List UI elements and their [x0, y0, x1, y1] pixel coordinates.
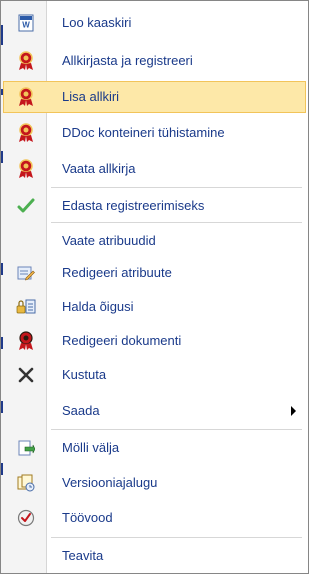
- menu-item-ddoc-konteineri-tuhistamine[interactable]: DDoc konteineri tühistamine: [3, 117, 306, 149]
- menu-item-label: DDoc konteineri tühistamine: [62, 125, 225, 140]
- menu-separator: [51, 187, 302, 188]
- submenu-arrow-icon: [291, 406, 296, 416]
- menu-item-label: Edasta registreerimiseks: [62, 198, 205, 213]
- menu-item-label: Lisa allkiri: [62, 89, 120, 104]
- menu-item-lisa-allkiri[interactable]: Lisa allkiri: [3, 81, 306, 113]
- certificate-ribbon-icon: [15, 331, 37, 351]
- certificate-ribbon-icon: [15, 159, 37, 179]
- menu-item-toovood[interactable]: Töövood: [3, 502, 306, 534]
- word-document-icon: W: [15, 13, 37, 33]
- menu-item-label: Teavita: [62, 548, 104, 563]
- menu-item-loo-kaaskiri[interactable]: W Loo kaaskiri: [3, 7, 306, 39]
- menu-item-molli-valja[interactable]: Mölli välja: [3, 432, 306, 464]
- menu-item-allkirjasta-ja-registreeri[interactable]: Allkirjasta ja registreeri: [3, 45, 306, 77]
- certificate-ribbon-icon: [15, 123, 37, 143]
- menu-item-label: Vaate atribuudid: [62, 233, 156, 248]
- menu-item-vaate-atribuudid[interactable]: Vaate atribuudid: [3, 225, 306, 257]
- menu-item-label: Redigeeri atribuute: [62, 265, 172, 280]
- svg-text:W: W: [22, 21, 30, 30]
- menu-item-label: Halda õigusi: [62, 299, 134, 314]
- workflow-icon: [15, 508, 37, 528]
- menu-item-label: Redigeeri dokumenti: [62, 333, 182, 348]
- menu-item-edasta-registreerimiseks[interactable]: Edasta registreerimiseks: [3, 190, 306, 222]
- menu-separator: [51, 429, 302, 430]
- menu-item-saada[interactable]: Saada: [3, 395, 306, 427]
- menu-item-teavita[interactable]: Teavita: [3, 540, 306, 572]
- check-out-icon: [15, 438, 37, 458]
- checkmark-icon: [15, 196, 37, 216]
- menu-item-label: Mölli välja: [62, 440, 120, 455]
- menu-item-redigeeri-atribuute[interactable]: Redigeeri atribuute: [3, 257, 306, 289]
- context-menu: W Loo kaaskiri Allkirjasta ja registreer…: [0, 0, 309, 574]
- menu-item-label: Saada: [62, 403, 100, 418]
- menu-item-label: Loo kaaskiri: [62, 15, 132, 30]
- certificate-ribbon-icon: [15, 87, 37, 107]
- menu-item-label: Vaata allkirja: [62, 161, 136, 176]
- menu-item-redigeeri-dokumenti[interactable]: Redigeeri dokumenti: [3, 325, 306, 357]
- menu-item-kustuta[interactable]: Kustuta: [3, 359, 306, 391]
- certificate-ribbon-icon: [15, 51, 37, 71]
- menu-item-label: Töövood: [62, 510, 113, 525]
- menu-separator: [51, 222, 302, 223]
- menu-item-label: Kustuta: [62, 367, 107, 382]
- delete-x-icon: [15, 365, 37, 385]
- manage-permissions-icon: [15, 297, 37, 317]
- version-history-icon: [15, 473, 37, 493]
- menu-item-halda-oigusi[interactable]: Halda õigusi: [3, 291, 306, 323]
- menu-item-label: Versiooniajalugu: [62, 475, 158, 490]
- menu-separator: [51, 537, 302, 538]
- menu-item-label: Allkirjasta ja registreeri: [62, 53, 193, 68]
- menu-item-versiooniajalugu[interactable]: Versiooniajalugu: [3, 467, 306, 499]
- edit-properties-icon: [15, 263, 37, 283]
- menu-item-vaata-allkirja[interactable]: Vaata allkirja: [3, 153, 306, 185]
